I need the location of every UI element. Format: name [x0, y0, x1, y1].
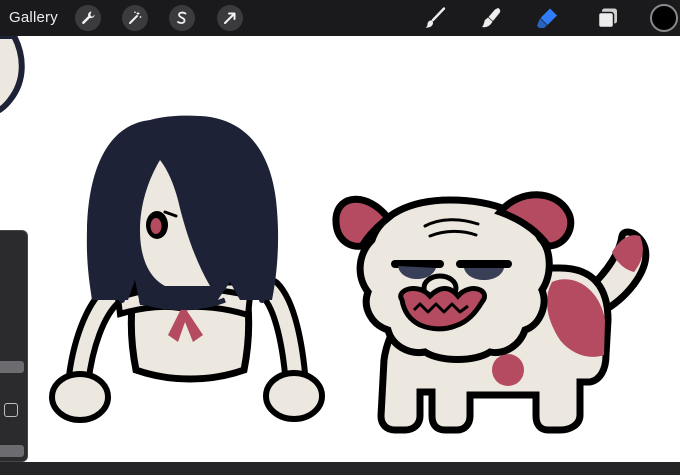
transform-arrow-icon: [224, 12, 236, 24]
eraser-tool[interactable]: [535, 6, 559, 30]
dog-character: [332, 191, 650, 434]
wrench-icon: [82, 11, 95, 25]
layers-icon: [597, 8, 617, 29]
ghost-girl-character: [49, 115, 325, 423]
magic-wand-icon: [129, 11, 142, 24]
selection-button[interactable]: [169, 5, 195, 31]
transform-button[interactable]: [217, 5, 243, 31]
color-picker-button[interactable]: [650, 4, 678, 32]
actions-button[interactable]: [75, 5, 101, 31]
selection-s-icon: [177, 11, 187, 24]
partial-figure-top-left: [0, 36, 25, 114]
top-toolbar: Gallery: [0, 0, 680, 36]
opacity-slider[interactable]: [0, 445, 24, 457]
sidebar-slider-panel: [0, 230, 28, 462]
brush-icon: [425, 7, 446, 28]
gallery-button[interactable]: Gallery: [9, 9, 58, 26]
adjustments-button[interactable]: [122, 5, 148, 31]
smudge-icon: [482, 8, 501, 28]
canvas-artwork: [0, 36, 650, 434]
brush-tool[interactable]: [423, 6, 447, 30]
eraser-icon: [537, 8, 557, 28]
layers-button[interactable]: [596, 6, 620, 30]
bottom-strip: [0, 462, 680, 475]
smudge-tool[interactable]: [479, 6, 503, 30]
brush-size-slider[interactable]: [0, 361, 24, 373]
drawing-canvas[interactable]: [0, 36, 680, 462]
modify-button[interactable]: [4, 403, 18, 417]
